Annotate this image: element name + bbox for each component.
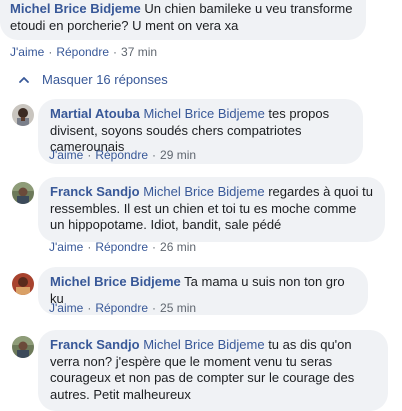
- comment-bubble: Michel Brice Bidjeme Un chien bamileke u…: [0, 0, 366, 40]
- reply-button[interactable]: Répondre: [95, 240, 148, 254]
- like-button[interactable]: J'aime: [10, 45, 44, 59]
- reply-bubble: Franck Sandjo Michel Brice Bidjeme tu as…: [38, 330, 388, 411]
- separator: ·: [48, 45, 53, 59]
- reply-actions: J'aime · Répondre · 25 min: [49, 301, 196, 315]
- reply-mention[interactable]: Michel Brice Bidjeme: [143, 184, 264, 199]
- reply-mention[interactable]: Michel Brice Bidjeme: [143, 106, 264, 121]
- separator: ·: [87, 148, 92, 162]
- avatar[interactable]: [12, 273, 34, 295]
- reply-mention[interactable]: Michel Brice Bidjeme: [143, 337, 264, 352]
- reply-actions: J'aime · Répondre · 29 min: [49, 148, 196, 162]
- separator: ·: [152, 301, 157, 315]
- avatar[interactable]: [12, 104, 34, 126]
- hide-replies-button[interactable]: Masquer 16 réponses: [18, 72, 168, 87]
- avatar[interactable]: [12, 182, 34, 204]
- like-button[interactable]: J'aime: [49, 240, 83, 254]
- timestamp[interactable]: 26 min: [160, 240, 196, 254]
- chevron-up-icon: [18, 74, 30, 86]
- separator: ·: [152, 240, 157, 254]
- separator: ·: [152, 148, 157, 162]
- separator: ·: [87, 240, 92, 254]
- reply-actions: J'aime · Répondre · 26 min: [49, 240, 196, 254]
- reply-button[interactable]: Répondre: [56, 45, 109, 59]
- reply-bubble: Franck Sandjo Michel Brice Bidjeme regar…: [38, 177, 385, 242]
- reply-author[interactable]: Martial Atouba: [50, 106, 140, 121]
- separator: ·: [87, 301, 92, 315]
- hide-replies-label: Masquer 16 réponses: [42, 72, 168, 87]
- timestamp[interactable]: 37 min: [121, 45, 157, 59]
- timestamp[interactable]: 29 min: [160, 148, 196, 162]
- reply-button[interactable]: Répondre: [95, 148, 148, 162]
- like-button[interactable]: J'aime: [49, 301, 83, 315]
- separator: ·: [113, 45, 118, 59]
- timestamp[interactable]: 25 min: [160, 301, 196, 315]
- avatar[interactable]: [12, 336, 34, 358]
- reply-author[interactable]: Michel Brice Bidjeme: [50, 274, 181, 289]
- like-button[interactable]: J'aime: [49, 148, 83, 162]
- comment-author[interactable]: Michel Brice Bidjeme: [10, 1, 141, 16]
- reply-author[interactable]: Franck Sandjo: [50, 337, 140, 352]
- comment-actions: J'aime · Répondre · 37 min: [10, 45, 157, 59]
- reply-author[interactable]: Franck Sandjo: [50, 184, 140, 199]
- reply-button[interactable]: Répondre: [95, 301, 148, 315]
